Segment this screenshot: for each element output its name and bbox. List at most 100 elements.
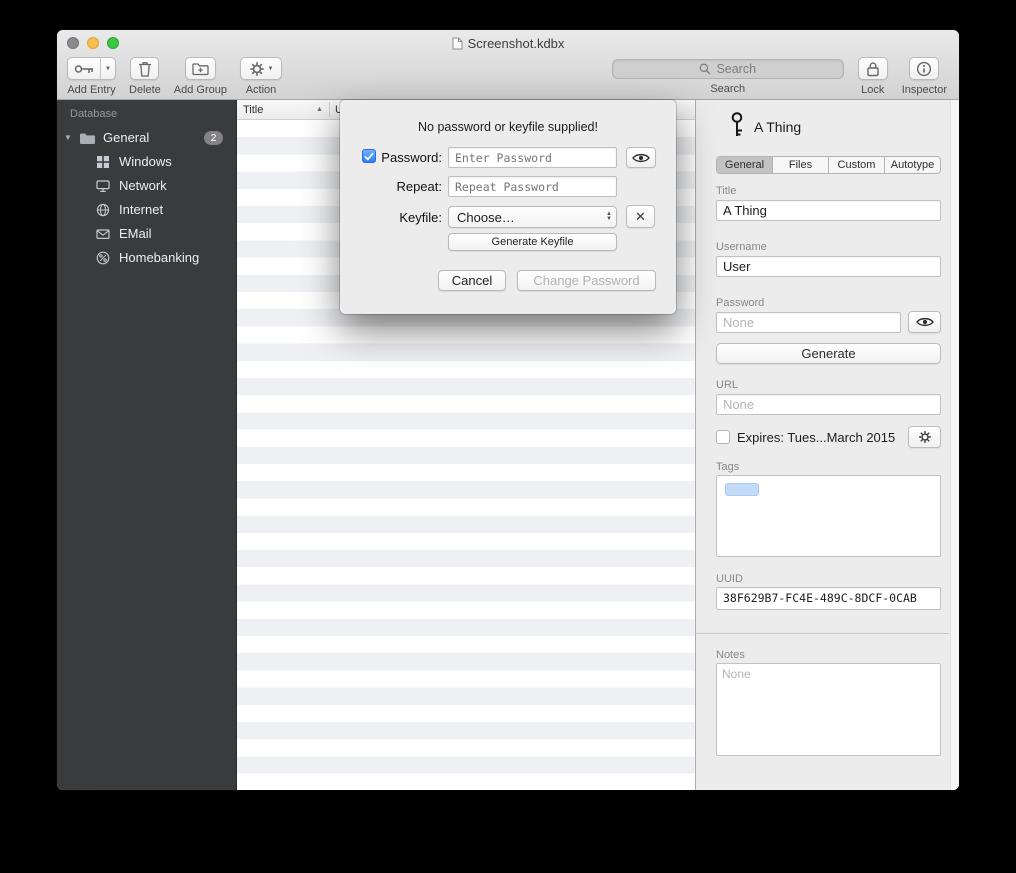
popup-stepper-icon: ▲ ▼ [606, 212, 612, 222]
tag-token[interactable] [725, 483, 759, 496]
action-button[interactable]: ▼ [240, 57, 282, 80]
title-field-label: Title [716, 185, 736, 197]
sidebar-item-windows[interactable]: Windows [57, 151, 236, 173]
password-checkbox[interactable] [362, 149, 376, 163]
sidebar-item-label: General [103, 130, 149, 145]
cancel-button-label: Cancel [452, 273, 492, 288]
search-icon [699, 63, 711, 75]
eye-icon [916, 316, 934, 328]
envelope-icon [96, 227, 110, 241]
dialog-message: No password or keyfile supplied! [340, 120, 676, 134]
info-icon [916, 61, 932, 77]
inspector-divider [696, 633, 949, 634]
trash-icon [138, 61, 152, 77]
toolbar-item-add-entry: ▼ Add Entry [67, 57, 116, 96]
lock-label: Lock [861, 84, 884, 96]
notes-field[interactable] [716, 663, 941, 756]
sidebar-item-label: Internet [119, 202, 163, 217]
add-group-button[interactable] [185, 57, 216, 80]
toolbar-item-delete: Delete [129, 57, 161, 96]
uuid-field[interactable]: 38F629B7-FC4E-489C-8DCF-0CAB [716, 587, 941, 610]
lock-button[interactable] [858, 57, 888, 80]
column-divider[interactable] [329, 102, 330, 117]
checkmark-icon [364, 152, 374, 161]
add-entry-button[interactable]: ▼ [67, 57, 116, 80]
toolbar-item-add-group: Add Group [174, 57, 227, 96]
repeat-password-input[interactable] [448, 176, 617, 197]
disclosure-triangle-icon[interactable]: ▼ [64, 133, 72, 142]
password-input[interactable] [448, 147, 617, 168]
search-placeholder: Search [716, 62, 756, 76]
delete-button[interactable] [130, 57, 159, 80]
url-field[interactable] [716, 394, 941, 415]
screen: { "window": { "title": "Screenshot.kdbx"… [0, 0, 1016, 873]
entry-title: A Thing [754, 119, 801, 135]
add-entry-dropdown[interactable]: ▼ [101, 58, 115, 79]
tags-field-label: Tags [716, 461, 739, 473]
toolbar-item-search: Search Search [612, 57, 844, 95]
sidebar-item-general[interactable]: ▼ General 2 [57, 127, 236, 149]
window-chrome: Screenshot.kdbx ▼ Add Entry [57, 30, 959, 100]
gear-icon [918, 430, 932, 444]
inspector-scrollbar[interactable] [950, 100, 959, 790]
key-icon [68, 58, 101, 79]
sidebar-item-email[interactable]: EMail [57, 223, 236, 245]
folder-plus-icon [192, 62, 209, 76]
inspector-button[interactable] [909, 57, 939, 80]
tab-general[interactable]: General [717, 157, 773, 173]
sidebar-section-header: Database [70, 108, 117, 120]
password-field[interactable] [716, 312, 901, 333]
titlebar[interactable]: Screenshot.kdbx [57, 30, 959, 52]
generate-keyfile-label: Generate Keyfile [492, 236, 574, 248]
expires-label: Expires: Tues...March 2015 [737, 430, 895, 445]
generate-password-button[interactable]: Generate [716, 343, 941, 364]
tags-field[interactable] [716, 475, 941, 557]
expires-settings-button[interactable] [908, 426, 941, 448]
password-label: Password: [376, 150, 442, 165]
sidebar-item-homebanking[interactable]: Homebanking [57, 247, 236, 269]
toolbar: ▼ Add Entry Delete [57, 54, 959, 100]
title-field[interactable]: A Thing [716, 200, 941, 221]
show-password-button[interactable] [908, 311, 941, 333]
window-content: Database ▼ General 2 [57, 100, 959, 790]
sidebar-item-internet[interactable]: Internet [57, 199, 236, 221]
chevron-down-icon: ▼ [105, 66, 111, 72]
keyfile-popup-button[interactable]: Choose… ▲ ▼ [448, 206, 617, 228]
percent-coin-icon [96, 251, 110, 265]
search-input[interactable]: Search [612, 59, 844, 79]
notes-field-label: Notes [716, 649, 745, 661]
sidebar-item-label: Network [119, 178, 167, 193]
url-field-label: URL [716, 379, 738, 391]
tab-autotype[interactable]: Autotype [885, 157, 940, 173]
username-field[interactable]: User [716, 256, 941, 277]
lock-icon [866, 61, 880, 77]
repeat-label: Repeat: [376, 179, 442, 194]
clear-keyfile-button[interactable]: ✕ [626, 205, 655, 228]
app-window: Screenshot.kdbx ▼ Add Entry [57, 30, 959, 790]
search-label: Search [710, 83, 745, 95]
add-group-label: Add Group [174, 84, 227, 96]
cancel-button[interactable]: Cancel [438, 270, 506, 291]
toolbar-item-lock: Lock [858, 57, 888, 96]
keyfile-label: Keyfile: [376, 210, 442, 225]
gear-icon [249, 61, 265, 77]
sidebar-item-network[interactable]: Network [57, 175, 236, 197]
tab-files[interactable]: Files [773, 157, 829, 173]
tab-custom[interactable]: Custom [829, 157, 885, 173]
change-password-button[interactable]: Change Password [517, 270, 656, 291]
chevron-down-icon: ▼ [268, 66, 274, 72]
column-header-title[interactable]: Title [243, 104, 263, 116]
generate-keyfile-button[interactable]: Generate Keyfile [448, 233, 617, 251]
expires-checkbox[interactable] [716, 430, 730, 444]
entry-count-badge: 2 [204, 131, 223, 145]
uuid-field-label: UUID [716, 573, 743, 585]
change-password-dialog: No password or keyfile supplied! Passwor… [340, 100, 676, 314]
sidebar-item-label: EMail [119, 226, 152, 241]
add-entry-label: Add Entry [67, 84, 115, 96]
generate-button-label: Generate [801, 346, 855, 361]
action-label: Action [246, 84, 277, 96]
show-password-button[interactable] [626, 147, 656, 168]
toolbar-item-action: ▼ Action [240, 57, 282, 96]
inspector-panel: A Thing General Files Custom Autotype Ti… [695, 100, 959, 790]
sort-ascending-icon: ▲ [316, 106, 323, 113]
